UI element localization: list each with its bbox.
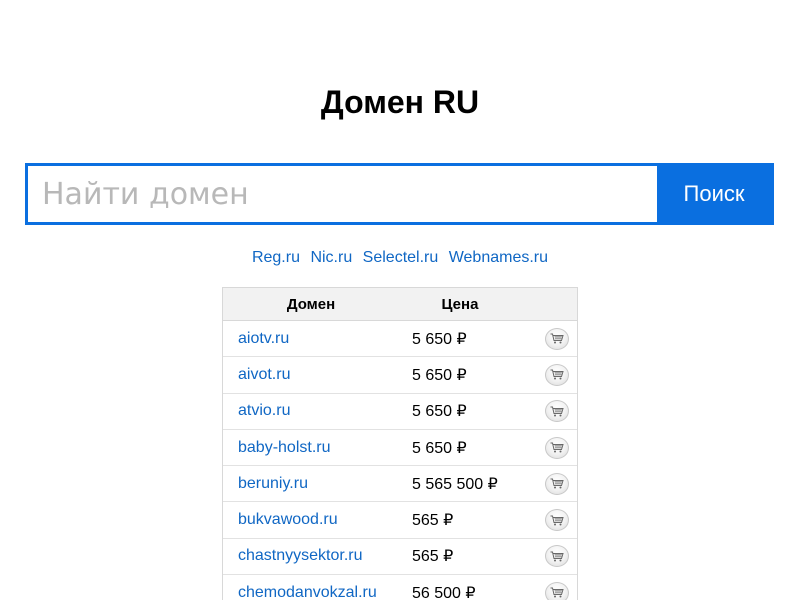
search-form: Поиск <box>25 163 774 225</box>
cart-cell <box>537 327 577 350</box>
add-to-cart-button[interactable] <box>545 509 569 532</box>
domain-cell: aiotv.ru <box>223 330 412 348</box>
shopping-cart-icon <box>550 587 564 598</box>
domain-link[interactable]: baby-holst.ru <box>238 439 331 456</box>
add-to-cart-button[interactable] <box>545 363 569 386</box>
shopping-cart-icon <box>550 442 564 453</box>
add-to-cart-button[interactable] <box>545 581 569 600</box>
add-to-cart-button[interactable] <box>545 327 569 350</box>
cart-cell <box>537 363 577 386</box>
table-row: baby-holst.ru 5 650 ₽ <box>223 430 577 467</box>
search-button[interactable]: Поиск <box>657 166 771 222</box>
registrar-link-webnames-ru[interactable]: Webnames.ru <box>449 249 548 266</box>
page: Домен RU Поиск Reg.ru Nic.ru Selectel.ru… <box>0 0 800 600</box>
domain-link[interactable]: chastnyysektor.ru <box>238 547 363 564</box>
shopping-cart-icon <box>550 515 564 526</box>
price-cell: 5 565 500 ₽ <box>412 475 498 493</box>
domain-cell: atvio.ru <box>223 402 412 420</box>
cart-cell <box>537 545 577 568</box>
domain-cell: bukvawood.ru <box>223 511 412 529</box>
shopping-cart-icon <box>550 333 564 344</box>
add-to-cart-button[interactable] <box>545 400 569 423</box>
domain-cell: baby-holst.ru <box>223 439 412 457</box>
cart-cell <box>537 581 577 600</box>
domain-link[interactable]: beruniy.ru <box>238 475 308 492</box>
shopping-cart-icon <box>550 478 564 489</box>
cart-cell <box>537 400 577 423</box>
price-cell: 565 ₽ <box>412 512 454 530</box>
domain-cell: chastnyysektor.ru <box>223 547 412 565</box>
add-to-cart-button[interactable] <box>545 472 569 495</box>
table-row: aiotv.ru 5 650 ₽ <box>223 321 577 358</box>
table-row: beruniy.ru 5 565 500 ₽ <box>223 466 577 503</box>
table-row: atvio.ru 5 650 ₽ <box>223 394 577 430</box>
table-row: bukvawood.ru 565 ₽ <box>223 502 577 539</box>
table-row: chastnyysektor.ru 565 ₽ <box>223 539 577 576</box>
table-row: chemodanvokzal.ru 56 500 ₽ <box>223 575 577 600</box>
add-to-cart-button[interactable] <box>545 436 569 459</box>
column-header-price: Цена <box>441 295 479 313</box>
search-input[interactable] <box>28 166 657 222</box>
domain-cell: aivot.ru <box>223 366 412 384</box>
domain-cell: chemodanvokzal.ru <box>223 584 412 600</box>
price-cell: 565 ₽ <box>412 548 454 566</box>
table-row: aivot.ru 5 650 ₽ <box>223 357 577 394</box>
registrar-link-nic-ru[interactable]: Nic.ru <box>310 249 352 266</box>
cart-cell <box>537 472 577 495</box>
table-body: aiotv.ru 5 650 ₽ aivot.ru 5 650 ₽ atvio.… <box>223 321 577 600</box>
domain-link[interactable]: bukvawood.ru <box>238 511 338 528</box>
shopping-cart-icon <box>550 551 564 562</box>
table-header: Домен Цена <box>223 287 577 321</box>
registrar-links: Reg.ru Nic.ru Selectel.ru Webnames.ru <box>0 248 800 268</box>
shopping-cart-icon <box>550 369 564 380</box>
domain-link[interactable]: atvio.ru <box>238 402 290 419</box>
add-to-cart-button[interactable] <box>545 545 569 568</box>
price-cell: 56 500 ₽ <box>412 584 476 600</box>
price-cell: 5 650 ₽ <box>412 330 467 348</box>
column-header-domain: Домен <box>286 295 336 313</box>
domain-link[interactable]: aiotv.ru <box>238 330 289 347</box>
registrar-link-reg-ru[interactable]: Reg.ru <box>252 249 300 266</box>
cart-cell <box>537 436 577 459</box>
price-cell: 5 650 ₽ <box>412 366 467 384</box>
price-cell: 5 650 ₽ <box>412 403 467 421</box>
page-title: Домен RU <box>320 84 480 120</box>
domain-link[interactable]: chemodanvokzal.ru <box>238 584 377 600</box>
shopping-cart-icon <box>550 406 564 417</box>
cart-cell <box>537 509 577 532</box>
domain-cell: beruniy.ru <box>223 475 412 493</box>
domain-link[interactable]: aivot.ru <box>238 366 290 383</box>
registrar-link-selectel-ru[interactable]: Selectel.ru <box>363 249 439 266</box>
domains-table: Домен Цена aiotv.ru 5 650 ₽ aivot.ru 5 6… <box>222 287 578 600</box>
price-cell: 5 650 ₽ <box>412 439 467 457</box>
